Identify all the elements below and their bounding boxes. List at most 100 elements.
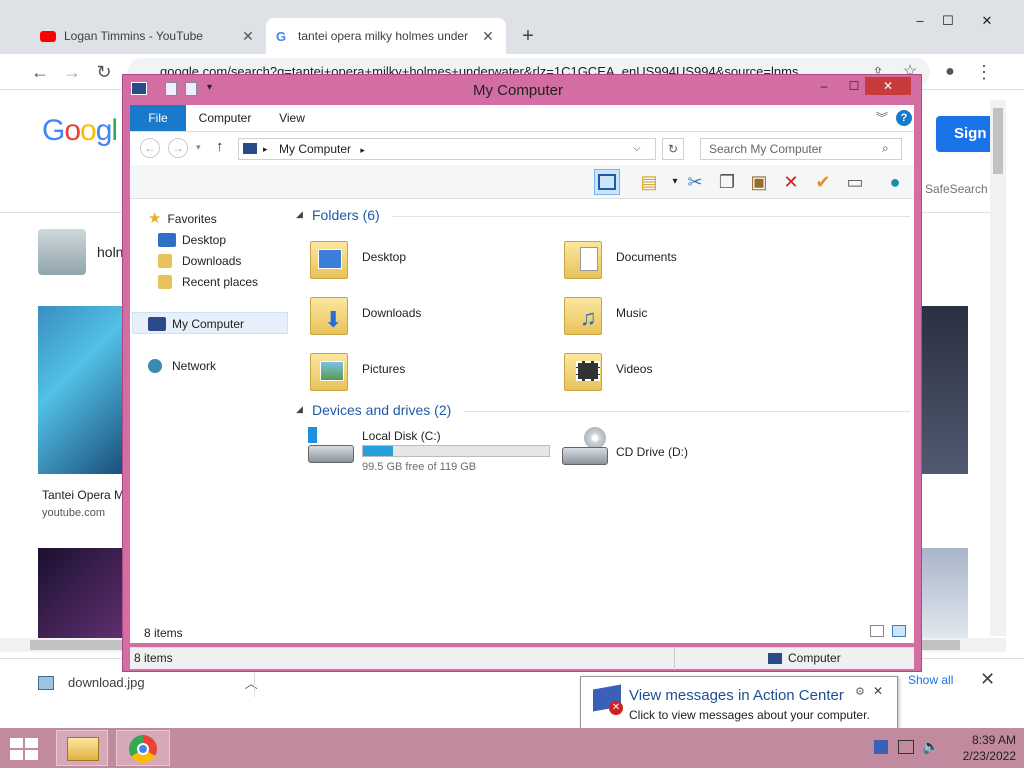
forward-button[interactable]: → (60, 60, 84, 84)
hard-drive-icon[interactable] (308, 427, 356, 469)
help-icon[interactable]: ? (896, 110, 912, 126)
profile-icon[interactable]: ● (938, 60, 962, 84)
file-explorer-taskbar-button[interactable] (56, 730, 108, 766)
tab-google-search[interactable]: G tantei opera milky holmes under ✕ (266, 18, 506, 54)
tab-file[interactable]: File (130, 105, 186, 131)
folder-icon[interactable]: ♫ (564, 289, 604, 335)
notification-title[interactable]: View messages in Action Center (629, 687, 844, 704)
close-icon[interactable]: ✕ (873, 684, 883, 698)
collapse-group-icon[interactable]: ◢ (296, 404, 303, 415)
close-tab-icon[interactable]: ✕ (240, 28, 256, 45)
image-result[interactable] (38, 306, 124, 474)
globe-icon[interactable]: ● (882, 169, 908, 195)
result-thumbnail[interactable] (38, 229, 86, 275)
chevron-down-icon[interactable]: ⌵ (633, 139, 641, 159)
folder-desktop[interactable]: Desktop (362, 250, 406, 264)
cut-icon[interactable]: ✂ (682, 169, 708, 195)
result-snippet[interactable]: holn (97, 244, 123, 260)
breadcrumb[interactable]: My Computer (279, 142, 351, 156)
google-logo[interactable]: Googl (42, 114, 118, 148)
clock[interactable]: 8:39 AM 2/23/2022 (944, 732, 1016, 764)
notification-message[interactable]: Click to view messages about your comput… (629, 708, 870, 722)
paste-icon[interactable]: ▣ (746, 169, 772, 195)
nav-recent-places[interactable]: Recent places (158, 272, 258, 292)
search-input[interactable]: Search My Computer (700, 138, 902, 160)
action-center-notification[interactable]: ✕ View messages in Action Center Click t… (580, 676, 898, 732)
nav-network[interactable]: Network (148, 356, 216, 376)
image-caption-title[interactable]: Tantei Opera M (42, 488, 124, 502)
cd-drive-icon[interactable] (562, 427, 610, 469)
properties-icon[interactable]: ▤ (636, 169, 662, 195)
action-center-flag-icon[interactable] (874, 740, 888, 754)
chrome-taskbar-button[interactable] (116, 730, 170, 766)
folder-pictures[interactable]: Pictures (362, 362, 405, 376)
nav-desktop[interactable]: Desktop (158, 230, 226, 250)
delete-icon[interactable]: ✕ (778, 169, 804, 195)
explorer-window: ▾ My Computer – ☐ ✕ File Computer View ︾… (122, 74, 922, 672)
network-icon[interactable] (898, 740, 914, 754)
maximize-button[interactable]: ☐ (930, 10, 966, 32)
up-button[interactable]: ↑ (216, 138, 224, 155)
clock-date: 2/23/2022 (962, 749, 1016, 763)
group-header-devices[interactable]: Devices and drives (2) (312, 402, 451, 418)
folder-icon[interactable] (564, 345, 604, 391)
scrollbar-thumb[interactable] (993, 108, 1003, 174)
recent-locations-icon[interactable]: ▾ (196, 142, 201, 153)
vertical-scrollbar[interactable] (990, 100, 1006, 636)
breadcrumb-chevron-icon[interactable]: ▸ (360, 145, 365, 155)
title-bar[interactable]: ▾ My Computer – ☐ ✕ (123, 75, 921, 105)
image-result[interactable] (922, 306, 968, 474)
breadcrumb-chevron-icon[interactable]: ▸ (263, 139, 268, 159)
tab-computer[interactable]: Computer (192, 105, 258, 131)
rename-icon[interactable]: ▭ (842, 169, 868, 195)
settings-wrench-icon[interactable]: ⚙ (855, 685, 865, 698)
close-window-button[interactable]: ✕ (966, 10, 1008, 32)
group-header-folders[interactable]: Folders (6) (312, 207, 380, 223)
folder-videos[interactable]: Videos (616, 362, 652, 376)
drive-d-name[interactable]: CD Drive (D:) (616, 445, 688, 459)
preview-pane-icon[interactable] (594, 169, 620, 195)
nav-favorites[interactable]: ★ Favorites (148, 209, 217, 229)
download-item[interactable]: download.jpg ︿ (38, 673, 258, 692)
new-tab-button[interactable]: + (516, 24, 540, 48)
copy-icon[interactable]: ❐ (714, 169, 740, 195)
image-result[interactable] (922, 548, 968, 638)
tab-youtube[interactable]: Logan Timmins - YouTube ✕ (30, 18, 266, 54)
nav-my-computer-row[interactable]: My Computer (148, 314, 244, 334)
folder-icon[interactable]: ⬇ (310, 289, 350, 335)
refresh-button[interactable]: ↻ (662, 138, 684, 160)
folder-documents[interactable]: Documents (616, 250, 677, 264)
volume-muted-icon[interactable]: 🔈 (922, 738, 939, 755)
show-all-button[interactable]: Show all (908, 673, 953, 687)
drive-c-name[interactable]: Local Disk (C:) (362, 429, 441, 443)
menu-icon[interactable]: ⋮ (972, 60, 996, 84)
search-icon[interactable]: ⌕ (882, 141, 889, 156)
close-icon[interactable]: ✕ (980, 669, 995, 690)
minimize-button[interactable]: – (809, 77, 839, 95)
forward-button[interactable]: → (168, 138, 188, 158)
chevron-up-icon[interactable]: ︿ (245, 673, 258, 692)
nav-downloads[interactable]: Downloads (158, 251, 241, 271)
start-button[interactable] (10, 738, 38, 760)
reload-button[interactable]: ↻ (92, 60, 116, 84)
folder-music[interactable]: Music (616, 306, 647, 320)
close-window-button[interactable]: ✕ (865, 77, 911, 95)
safesearch-label[interactable]: SafeSearch (925, 182, 988, 196)
folder-downloads[interactable]: Downloads (362, 306, 421, 320)
tab-view[interactable]: View (268, 105, 316, 131)
image-result[interactable] (38, 548, 124, 638)
check-icon[interactable]: ✔ (810, 169, 836, 195)
back-button[interactable]: ← (140, 138, 160, 158)
address-bar[interactable]: ▸ My Computer ▸ ⌵ (238, 138, 656, 160)
expand-ribbon-icon[interactable]: ︾ (876, 109, 888, 126)
folder-icon[interactable] (310, 233, 350, 279)
large-icons-view-icon[interactable] (892, 625, 906, 637)
folder-icon[interactable] (564, 233, 604, 279)
divider (464, 411, 910, 412)
details-view-icon[interactable] (870, 625, 884, 637)
back-button[interactable]: ← (28, 60, 52, 84)
close-tab-icon[interactable]: ✕ (480, 28, 496, 45)
folder-icon[interactable] (310, 345, 350, 391)
image-file-icon (38, 675, 54, 690)
collapse-group-icon[interactable]: ◢ (296, 209, 303, 220)
